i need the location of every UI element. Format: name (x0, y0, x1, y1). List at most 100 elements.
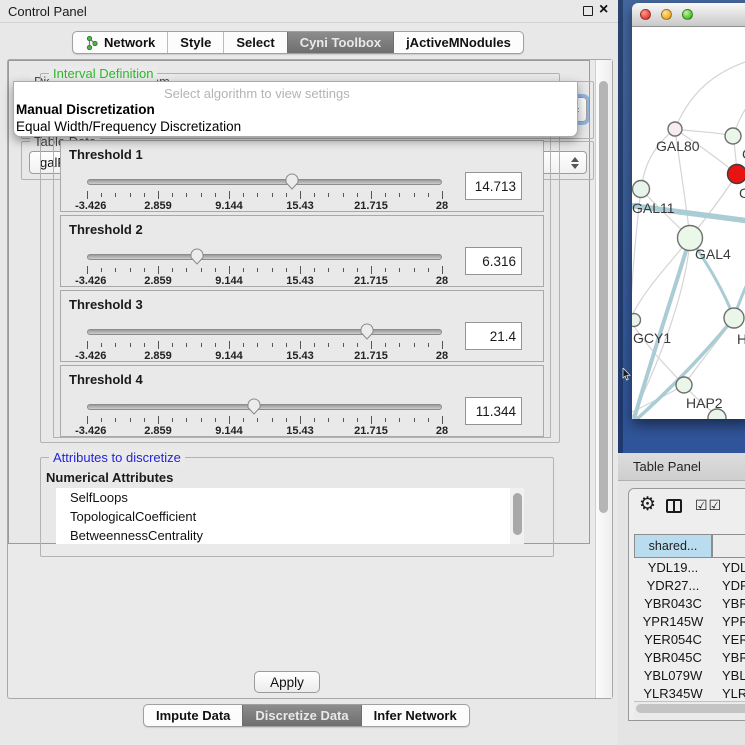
split-column-icon[interactable] (666, 499, 682, 513)
attribute-item[interactable]: SelfLoops (56, 488, 524, 507)
cell-name: YPR1 (712, 614, 745, 629)
table-row[interactable]: YER054CYER0 (634, 630, 745, 648)
slider-thumb-icon[interactable] (359, 323, 375, 340)
attribute-item[interactable]: BetweennessCentrality (56, 526, 524, 544)
tab-label: Cyni Toolbox (300, 35, 381, 50)
node-label-gal80: GAL80 (656, 138, 700, 154)
cell-name: YBR0 (712, 596, 745, 611)
group-title: Interval Definition (49, 66, 157, 81)
close-button[interactable] (640, 9, 651, 20)
threshold-panel: Threshold 1 -3.4262.8599.14415.4321.7152… (60, 140, 544, 212)
slider-tick-labels: -3.4262.8599.14415.4321.71528 (87, 275, 442, 287)
cell-shared-name: YDR27... (634, 578, 712, 593)
tab-style[interactable]: Style (167, 32, 223, 53)
numerical-attributes-list[interactable]: SelfLoopsTopologicalCoefficientBetweenne… (56, 488, 524, 544)
slider-track[interactable] (87, 254, 442, 260)
table-row[interactable]: YBL079WYBL0 (634, 666, 745, 684)
apply-button[interactable]: Apply (254, 671, 320, 693)
dropdown-hint: Select algorithm to view settings (164, 86, 350, 101)
tab-label: Network (104, 35, 155, 50)
gear-icon[interactable]: ⚙ (639, 493, 656, 516)
slider-tick-labels: -3.4262.8599.14415.4321.71528 (87, 200, 442, 212)
threshold-slider[interactable]: -3.4262.8599.14415.4321.71528 (87, 398, 442, 436)
slider-track[interactable] (87, 404, 442, 410)
threshold-panel: Threshold 4 -3.4262.8599.14415.4321.7152… (60, 365, 544, 437)
zoom-button[interactable] (682, 9, 693, 20)
list-scrollbar[interactable] (510, 488, 524, 544)
cell-name: YLR3 (712, 686, 745, 701)
float-window-icon[interactable] (583, 6, 593, 16)
table-panel-titlebar: Table Panel (618, 453, 745, 481)
table-row[interactable]: YBR045CYBR0 (634, 648, 745, 666)
table-panel: Table Panel ⚙ ☑☑ shared... n YDL19...YDL… (618, 453, 745, 745)
network-canvas[interactable]: GAL80 G C GAL11 GAL4 GCY1 H HAP2 (632, 27, 745, 419)
tab-label: Infer Network (374, 708, 457, 723)
tab-label: Style (180, 35, 211, 50)
control-panel-titlebar: Control Panel (0, 0, 618, 23)
threshold-slider[interactable]: -3.4262.8599.14415.4321.71528 (87, 173, 442, 211)
panel-title: Control Panel (8, 4, 87, 19)
minimize-button[interactable] (661, 9, 672, 20)
threshold-label: Threshold 1 (69, 147, 143, 162)
tab-select[interactable]: Select (223, 32, 286, 53)
node-label-partial: H (737, 331, 745, 347)
cell-shared-name: YBL079W (634, 668, 712, 683)
numerical-attributes-label: Numerical Attributes (46, 470, 173, 485)
cell-shared-name: YLR345W (634, 686, 712, 701)
cell-shared-name: YDL19... (634, 560, 712, 575)
node-label-hap2: HAP2 (686, 395, 723, 411)
network-graph (632, 27, 745, 419)
cell-name: YDR2 (712, 578, 745, 593)
table-row[interactable]: YBR043CYBR0 (634, 594, 745, 612)
algorithm-option[interactable]: Manual Discretization (16, 101, 575, 118)
threshold-label: Threshold 2 (69, 222, 143, 237)
scrollbar-thumb[interactable] (636, 704, 745, 713)
close-icon[interactable]: × (599, 1, 608, 19)
slider-track[interactable] (87, 179, 442, 185)
slider-ticks (87, 191, 442, 199)
threshold-label: Threshold 3 (69, 297, 143, 312)
tab-infer-network[interactable]: Infer Network (361, 705, 469, 726)
thresholds-group: Threshold's Coordinates for 5 Intervals … (53, 125, 551, 438)
threshold-slider[interactable]: -3.4262.8599.14415.4321.71528 (87, 323, 442, 361)
slider-thumb-icon[interactable] (246, 398, 262, 415)
scrollbar-thumb[interactable] (513, 493, 522, 535)
cell-shared-name: YBR045C (634, 650, 712, 665)
tab-label: jActiveMNodules (406, 35, 511, 50)
threshold-slider[interactable]: -3.4262.8599.14415.4321.71528 (87, 248, 442, 286)
dropdown-options: Manual DiscretizationEqual Width/Frequen… (16, 101, 575, 135)
threshold-value-field[interactable]: 14.713 (465, 172, 522, 200)
slider-ticks (87, 416, 442, 424)
checkbox-icons[interactable]: ☑☑ (695, 497, 722, 514)
table-row[interactable]: YDR27...YDR2 (634, 576, 745, 594)
network-window[interactable]: GAL80 G C GAL11 GAL4 GCY1 H HAP2 (632, 3, 745, 419)
table-row[interactable]: YPR145WYPR1 (634, 612, 745, 630)
table-row[interactable]: YLR345WYLR3 (634, 684, 745, 702)
network-icon (85, 35, 99, 51)
tab-jactivemnodules[interactable]: jActiveMNodules (393, 32, 523, 53)
node-label-gal4: GAL4 (695, 246, 731, 262)
algorithm-option[interactable]: Equal Width/Frequency Discretization (16, 118, 575, 135)
tab-discretize-data[interactable]: Discretize Data (242, 705, 360, 726)
slider-tick-labels: -3.4262.8599.14415.4321.71528 (87, 425, 442, 437)
slider-ticks (87, 341, 442, 349)
table-row[interactable]: YDL19...YDL1 (634, 558, 745, 576)
slider-thumb-icon[interactable] (189, 248, 205, 265)
top-tab-bar: Network Style Select Cyni Toolbox jActiveMNo… (72, 31, 524, 54)
horizontal-scrollbar[interactable] (634, 701, 745, 721)
threshold-value-field[interactable]: 21.4 (465, 322, 522, 350)
tab-impute-data[interactable]: Impute Data (144, 705, 242, 726)
column-header-shared[interactable]: shared... (634, 534, 712, 558)
threshold-value-field[interactable]: 6.316 (465, 247, 522, 275)
attribute-item[interactable]: TopologicalCoefficient (56, 507, 524, 526)
tab-network[interactable]: Network (73, 32, 167, 53)
threshold-label: Threshold 4 (69, 372, 143, 387)
threshold-value-field[interactable]: 11.344 (465, 397, 522, 425)
network-window-titlebar (632, 3, 745, 27)
slider-ticks (87, 266, 442, 274)
cell-name: YER0 (712, 632, 745, 647)
tab-cyni-toolbox[interactable]: Cyni Toolbox (287, 32, 393, 53)
slider-thumb-icon[interactable] (284, 173, 300, 190)
column-header-name[interactable]: n (712, 534, 745, 558)
slider-track[interactable] (87, 329, 442, 335)
